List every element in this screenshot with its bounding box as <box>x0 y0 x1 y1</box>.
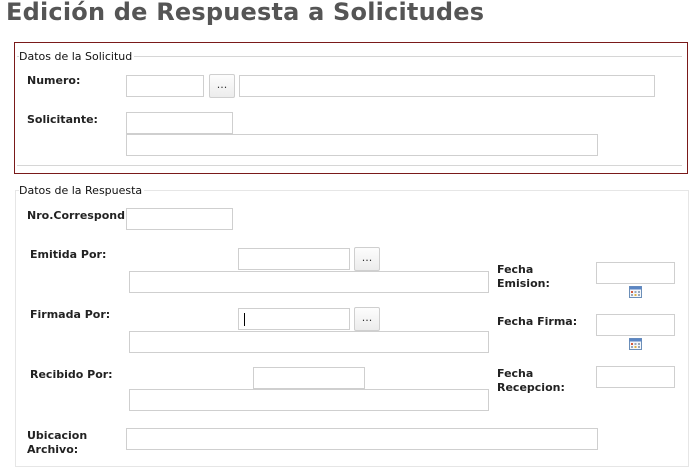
calendar-icon[interactable] <box>629 338 642 350</box>
solicitante-label: Solicitante: <box>27 113 98 126</box>
fecha-recepcion-input[interactable] <box>596 366 675 388</box>
fecha-emision-input[interactable] <box>596 262 675 284</box>
ubicacion-archivo-label: Ubicacion Archivo: <box>27 429 87 457</box>
fecha-recepcion-label: Fecha Recepcion: <box>497 367 565 395</box>
numero-label: Numero: <box>27 74 81 87</box>
nro-correspond-label: Nro.Correspond <box>27 209 125 222</box>
calendar-icon[interactable] <box>629 286 642 298</box>
numero-browse-button[interactable]: ... <box>209 74 235 98</box>
ubicacion-archivo-input[interactable] <box>126 428 598 450</box>
firmada-por-browse-button[interactable]: ... <box>354 307 380 331</box>
page-title: Edición de Respuesta a Solicitudes <box>6 0 485 26</box>
solicitud-fieldset-bottom <box>17 165 682 166</box>
fecha-firma-input[interactable] <box>596 314 675 336</box>
fecha-recepcion-label-line2: Recepcion: <box>497 381 565 394</box>
emitida-por-name-input[interactable] <box>129 271 489 293</box>
nro-correspond-input[interactable] <box>126 208 233 230</box>
firmada-por-name-input[interactable] <box>129 331 489 353</box>
fecha-firma-label: Fecha Firma: <box>497 315 578 328</box>
emitida-por-code-input[interactable] <box>238 248 350 270</box>
fecha-emision-label-line1: Fecha <box>497 263 534 276</box>
emitida-por-browse-button[interactable]: ... <box>354 247 380 271</box>
ubicacion-archivo-label-line1: Ubicacion <box>27 429 88 442</box>
emitida-por-label: Emitida Por: <box>30 248 107 261</box>
respuesta-panel <box>15 190 689 467</box>
firmada-por-code-input[interactable] <box>238 308 350 330</box>
recibido-por-label: Recibido Por: <box>30 368 113 381</box>
recibido-por-name-input[interactable] <box>129 389 489 411</box>
solicitante-code-input[interactable] <box>126 112 233 134</box>
respuesta-legend: Datos de la Respuesta <box>19 184 145 197</box>
solicitud-legend: Datos de la Solicitud <box>19 50 135 63</box>
numero-description-input[interactable] <box>239 75 655 97</box>
fecha-emision-label: Fecha Emision: <box>497 263 550 291</box>
firmada-por-label: Firmada Por: <box>30 308 111 321</box>
ubicacion-archivo-label-line2: Archivo: <box>27 443 79 456</box>
fecha-emision-label-line2: Emision: <box>497 277 550 290</box>
recibido-por-code-input[interactable] <box>253 367 365 389</box>
numero-input[interactable] <box>126 75 204 97</box>
solicitante-name-input[interactable] <box>126 134 598 156</box>
fecha-recepcion-label-line1: Fecha <box>497 367 534 380</box>
